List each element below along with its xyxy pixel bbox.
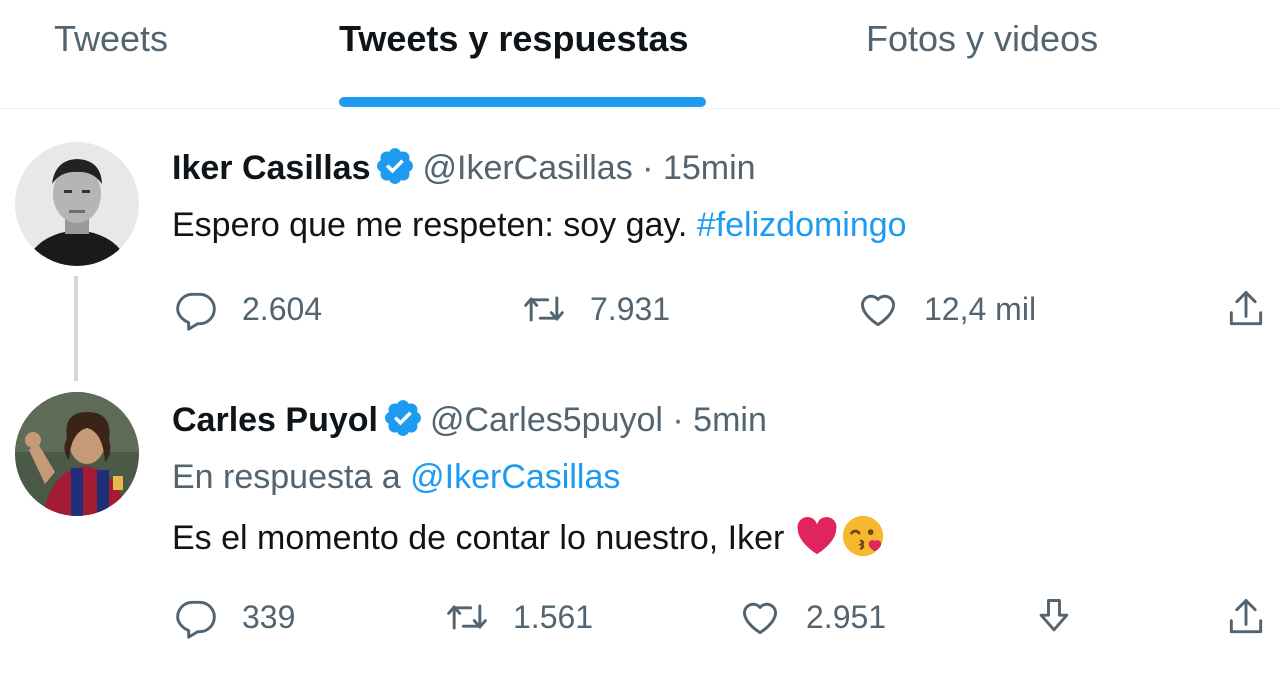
reply-button[interactable]: 339 xyxy=(174,595,295,639)
thread-connector-line xyxy=(74,276,78,381)
download-button[interactable] xyxy=(1032,595,1076,639)
hashtag-link[interactable]: #felizdomingo xyxy=(697,206,907,244)
like-button[interactable]: 2.951 xyxy=(738,595,886,639)
tab-photos-and-videos[interactable]: Fotos y videos xyxy=(866,18,1098,60)
avatar-carles-puyol[interactable] xyxy=(15,392,139,516)
retweet-button[interactable]: 7.931 xyxy=(522,287,670,331)
separator-dot: · xyxy=(642,149,654,187)
share-button[interactable] xyxy=(1224,287,1268,331)
author-name[interactable]: Carles Puyol xyxy=(172,401,378,439)
tweet-header: Iker Casillas @IkerCasillas · 15min xyxy=(172,145,756,190)
separator-dot: · xyxy=(672,401,684,439)
verified-badge-icon xyxy=(382,397,424,439)
tweet-time[interactable]: 5min xyxy=(693,401,767,439)
retweet-icon xyxy=(447,604,487,630)
tweet-body: Espero que me respeten: soy gay. xyxy=(172,206,688,244)
reply-count: 339 xyxy=(242,598,296,635)
tweet-time[interactable]: 15min xyxy=(663,149,756,187)
author-name[interactable]: Iker Casillas xyxy=(172,149,370,187)
reply-context: En respuesta a @IkerCasillas xyxy=(172,455,620,499)
tweet-text: Espero que me respeten: soy gay. #felizd… xyxy=(172,203,907,247)
heart-icon xyxy=(860,294,896,327)
reply-icon xyxy=(176,600,216,639)
like-button[interactable]: 12,4 mil xyxy=(856,287,1036,331)
kissing-face-emoji-icon xyxy=(840,513,886,570)
like-count: 2.951 xyxy=(806,598,887,635)
author-handle[interactable]: @Carles5puyol xyxy=(430,401,663,439)
retweet-count: 7.931 xyxy=(590,290,671,327)
share-icon xyxy=(1229,599,1263,634)
download-icon xyxy=(1039,599,1069,632)
tweet-header: Carles Puyol @Carles5puyol · 5min xyxy=(172,397,767,442)
tab-tweets[interactable]: Tweets xyxy=(54,18,168,60)
active-tab-indicator xyxy=(339,97,706,107)
mention-link[interactable]: @IkerCasillas xyxy=(410,458,620,496)
tweet-text: Es el momento de contar lo nuestro, Iker xyxy=(172,513,886,570)
reply-prefix: En respuesta a xyxy=(172,458,401,496)
profile-tabs: Tweets Tweets y respuestas Fotos y video… xyxy=(0,0,1280,109)
retweet-count: 1.561 xyxy=(513,598,594,635)
heart-icon xyxy=(742,602,778,635)
reply-icon xyxy=(176,292,216,331)
tab-tweets-and-replies[interactable]: Tweets y respuestas xyxy=(339,18,689,60)
avatar-iker-casillas[interactable] xyxy=(15,142,139,266)
retweet-icon xyxy=(524,296,564,322)
retweet-button[interactable]: 1.561 xyxy=(445,595,593,639)
share-icon xyxy=(1229,291,1263,326)
reply-count: 2.604 xyxy=(242,290,323,327)
author-handle[interactable]: @IkerCasillas xyxy=(422,149,632,187)
like-count: 12,4 mil xyxy=(924,290,1037,327)
tweet-body: Es el momento de contar lo nuestro, Iker xyxy=(172,519,785,557)
verified-badge-icon xyxy=(374,145,416,187)
reply-button[interactable]: 2.604 xyxy=(174,287,322,331)
red-heart-emoji-icon xyxy=(794,513,840,570)
share-button[interactable] xyxy=(1224,595,1268,639)
